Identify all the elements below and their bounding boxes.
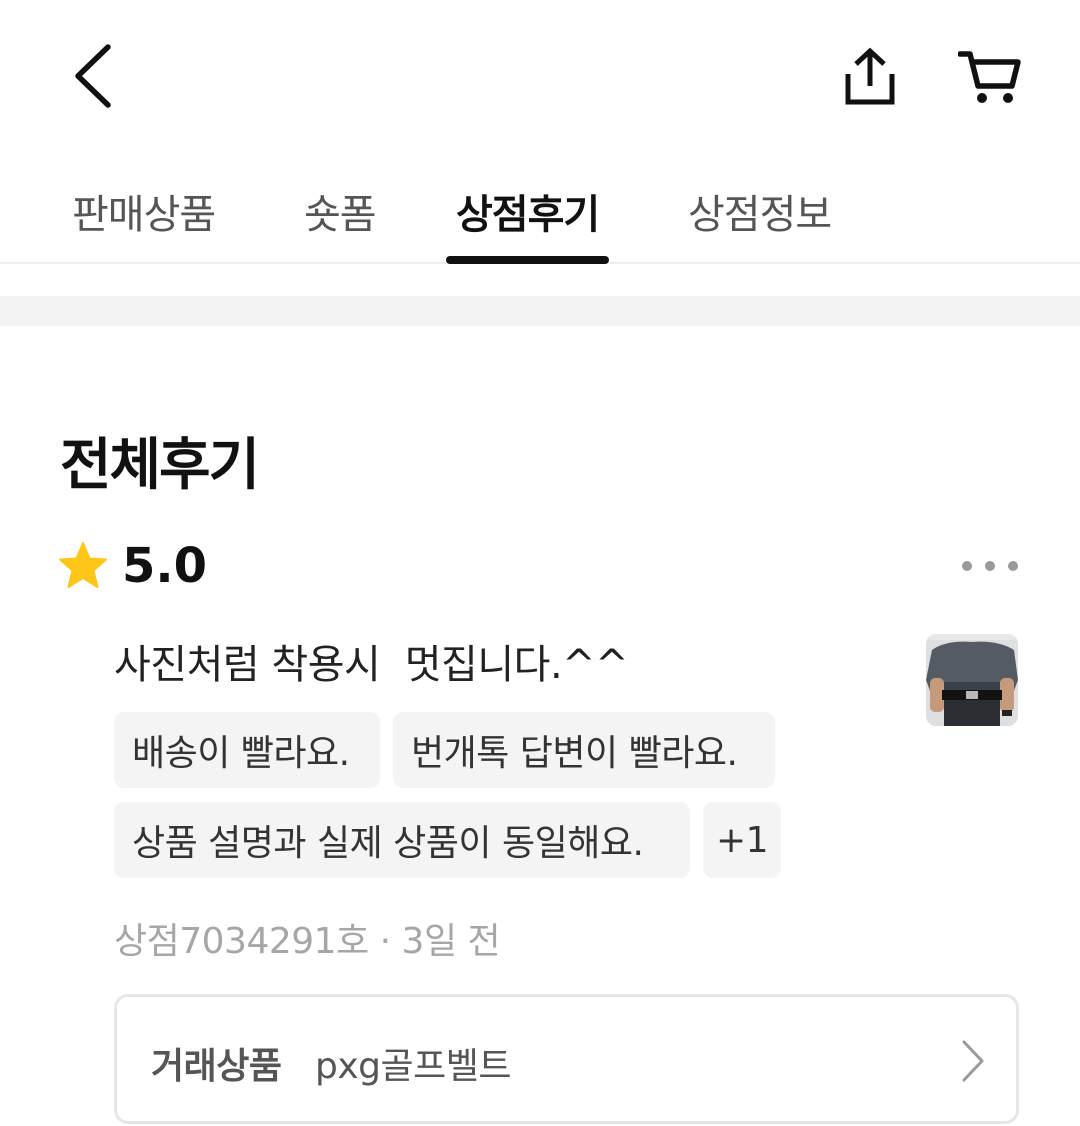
more-options-button[interactable]	[952, 548, 1028, 584]
active-tab-indicator	[446, 256, 610, 264]
page-title: 전체후기	[60, 433, 260, 498]
chevron-left-icon	[75, 44, 111, 108]
review-tag: 배송이 빨라요.	[114, 712, 380, 788]
share-icon	[845, 47, 895, 105]
tab-store-info[interactable]: 상점정보	[688, 182, 832, 264]
cart-button[interactable]	[952, 38, 1028, 114]
reviewer-name[interactable]: 상점7034291호	[114, 921, 369, 962]
section-divider	[0, 296, 1080, 326]
rating-value: 5.0	[122, 538, 208, 594]
tab-shortform[interactable]: 숏폼	[304, 182, 377, 264]
review-tag: 번개톡 답변이 빨라요.	[393, 712, 775, 788]
review-tag: 상품 설명과 실제 상품이 동일해요.	[114, 802, 690, 878]
chevron-right-icon	[953, 1035, 993, 1087]
review-time: 3일 전	[401, 921, 501, 962]
review-rating: 5.0	[58, 536, 207, 596]
review-text: 사진처럼 착용시 멋집니다.^^	[114, 642, 629, 688]
tab-products[interactable]: 판매상품	[72, 182, 216, 264]
tab-store-reviews[interactable]: 상점후기	[446, 182, 610, 264]
back-button[interactable]	[62, 38, 122, 114]
product-name: pxg골프벨트	[315, 1046, 512, 1087]
top-app-bar	[0, 0, 1080, 150]
review-photo-thumbnail[interactable]	[926, 634, 1018, 726]
more-horizontal-icon	[962, 561, 1018, 571]
review-photo-image	[926, 634, 1018, 726]
cart-icon	[958, 51, 1021, 103]
store-tabs: 판매상품 숏폼 상점후기 상점정보	[0, 160, 1080, 264]
traded-product-link[interactable]: 거래상품 pxg골프벨트	[114, 994, 1019, 1124]
meta-separator: ·	[368, 921, 402, 962]
more-tags-button[interactable]: +1	[703, 802, 781, 878]
star-icon	[59, 542, 107, 588]
review-meta: 상점7034291호 · 3일 전	[114, 912, 501, 964]
share-button[interactable]	[832, 38, 908, 114]
product-label: 거래상품	[151, 1046, 282, 1087]
